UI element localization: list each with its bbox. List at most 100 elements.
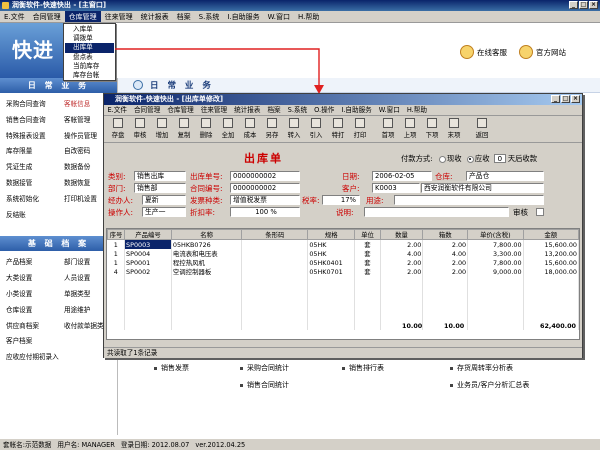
child-menu-item[interactable]: 档案 bbox=[264, 105, 284, 115]
toolbar-button[interactable]: 打印 bbox=[349, 116, 371, 142]
online-service-link[interactable]: 在线客服 bbox=[460, 45, 507, 59]
toolbar-button[interactable]: 审核 bbox=[129, 116, 151, 142]
table-cell[interactable]: 05HK bbox=[307, 239, 356, 249]
menu-archive[interactable]: 档案 bbox=[173, 11, 195, 22]
maximize-button[interactable]: □ bbox=[579, 1, 588, 9]
report-salesman-summary[interactable]: 业务员/客户分析汇总表 bbox=[450, 380, 529, 390]
toolbar-button[interactable]: 上项 bbox=[399, 116, 421, 142]
table-cell[interactable]: 程控热风机 bbox=[171, 258, 243, 267]
menu-reports[interactable]: 统计报表 bbox=[137, 11, 173, 22]
menu-item-transfer[interactable]: 调拨单 bbox=[65, 34, 114, 43]
contract-field[interactable]: 0000000002 bbox=[230, 183, 300, 193]
table-cell[interactable]: 4.00 bbox=[380, 249, 424, 258]
menu-window[interactable]: W.窗口 bbox=[264, 11, 294, 22]
toolbar-button[interactable]: 删除 bbox=[195, 116, 217, 142]
column-header[interactable]: 单位 bbox=[354, 229, 381, 240]
child-menu-item[interactable]: S.系统 bbox=[284, 105, 310, 115]
menu-accounts[interactable]: 往来管理 bbox=[101, 11, 137, 22]
archive-item[interactable]: 大类设置 bbox=[6, 271, 64, 287]
menu-help[interactable]: H.帮助 bbox=[294, 11, 323, 22]
report-turnover[interactable]: 存货周转率分析表 bbox=[450, 363, 513, 373]
minimize-button[interactable]: _ bbox=[569, 1, 578, 9]
table-cell[interactable]: 空调控制器板 bbox=[171, 267, 243, 276]
category-field[interactable]: 销售出库 bbox=[134, 171, 186, 181]
menu-selfservice[interactable]: I.自助服务 bbox=[223, 11, 263, 22]
toolbar-button[interactable]: 另存 bbox=[261, 116, 283, 142]
report-purchase-contract[interactable]: 采购合同统计 bbox=[240, 363, 289, 373]
archive-item[interactable]: 产品档案 bbox=[6, 255, 64, 271]
table-cell[interactable]: 05HK bbox=[307, 249, 356, 258]
table-row[interactable]: 1 SP0004 电流表和电压表 05HK 套 4.00 4.00 3,300.00 13,20… bbox=[107, 249, 580, 258]
menu-contract[interactable]: 合同管理 bbox=[29, 11, 65, 22]
menu-warehouse[interactable]: 仓库管理 bbox=[64, 11, 101, 22]
toolbar-button[interactable]: 首项 bbox=[377, 116, 399, 142]
official-site-link[interactable]: 官方网站 bbox=[519, 45, 566, 59]
radio-cash[interactable] bbox=[438, 155, 446, 163]
table-row[interactable]: 4 SP0002 空调控制器板 05HK0701 套 2.00 2.00 9,000.00 18… bbox=[107, 267, 580, 276]
table-row[interactable]: 1 SP0003 05HKB0726 05HK 套 2.00 2.00 7,800.00 15,… bbox=[107, 239, 580, 249]
table-row[interactable]: 1 SP0001 程控热风机 05HK0401 套 2.00 2.00 7,800.00 15,… bbox=[107, 258, 580, 267]
toolbar-button[interactable]: 成本 bbox=[239, 116, 261, 142]
radio-credit[interactable] bbox=[466, 155, 474, 163]
daily-item[interactable]: 销售合同查询 bbox=[6, 113, 64, 129]
child-menu-item[interactable]: 仓库管理 bbox=[164, 105, 197, 115]
date-field[interactable]: 2006-02-05 bbox=[372, 171, 432, 181]
table-cell[interactable]: 套 bbox=[354, 258, 381, 267]
handler-field[interactable]: 夏新 bbox=[142, 195, 186, 205]
daily-item[interactable]: 系统初始化 bbox=[6, 192, 64, 208]
table-cell[interactable] bbox=[241, 258, 309, 267]
toolbar-button[interactable]: 特打 bbox=[327, 116, 349, 142]
child-menu-item[interactable]: I.自助服务 bbox=[338, 105, 375, 115]
menu-system[interactable]: S.系统 bbox=[195, 11, 224, 22]
dept-field[interactable]: 销售部 bbox=[134, 183, 186, 193]
child-maximize-button[interactable]: □ bbox=[561, 95, 570, 103]
table-cell[interactable]: SP0001 bbox=[124, 258, 172, 267]
child-menu-item[interactable]: 往来管理 bbox=[197, 105, 230, 115]
table-cell[interactable]: 05HKB0726 bbox=[171, 239, 243, 249]
toolbar-button[interactable]: 引入 bbox=[305, 116, 327, 142]
toolbar-button[interactable]: 返回 bbox=[471, 116, 493, 142]
table-cell[interactable]: 15,600.00 bbox=[523, 258, 580, 267]
audit-checkbox[interactable] bbox=[536, 208, 544, 216]
menu-item-stocktake[interactable]: 盘点表 bbox=[65, 53, 114, 62]
table-cell[interactable] bbox=[241, 267, 309, 276]
daily-item[interactable]: 数据接管 bbox=[6, 176, 64, 192]
column-header[interactable]: 产品编号 bbox=[124, 229, 172, 240]
archive-item[interactable]: 小类设置 bbox=[6, 287, 64, 303]
archive-item[interactable]: 客户档案 bbox=[6, 334, 64, 350]
table-cell[interactable]: 2.00 bbox=[380, 239, 424, 249]
table-cell[interactable]: 2.00 bbox=[422, 258, 469, 267]
child-minimize-button[interactable]: _ bbox=[551, 95, 560, 103]
purpose-field[interactable] bbox=[394, 195, 544, 205]
table-cell[interactable]: 1 bbox=[107, 239, 126, 249]
child-menu-item[interactable]: 统计报表 bbox=[231, 105, 264, 115]
table-cell[interactable]: 套 bbox=[354, 267, 381, 276]
table-cell[interactable]: SP0004 bbox=[124, 249, 172, 258]
table-cell[interactable]: 2.00 bbox=[422, 239, 469, 249]
table-cell[interactable]: 2.00 bbox=[380, 267, 424, 276]
menu-file[interactable]: E.文件 bbox=[0, 11, 29, 22]
table-cell[interactable] bbox=[241, 239, 309, 249]
child-menu-item[interactable]: O.操作 bbox=[311, 105, 338, 115]
table-cell[interactable]: 1 bbox=[107, 249, 126, 258]
table-cell[interactable]: 3,300.00 bbox=[467, 249, 524, 258]
table-cell[interactable]: 1 bbox=[107, 258, 126, 267]
table-cell[interactable] bbox=[241, 249, 309, 258]
table-cell[interactable]: 2.00 bbox=[422, 267, 469, 276]
child-menu-item[interactable]: W.窗口 bbox=[375, 105, 403, 115]
doc-no-field[interactable]: 0000000002 bbox=[230, 171, 300, 181]
daily-item[interactable]: 特殊报表设置 bbox=[6, 129, 64, 145]
column-header[interactable]: 条形码 bbox=[241, 229, 309, 240]
table-cell[interactable]: 4 bbox=[107, 267, 126, 276]
child-close-button[interactable]: × bbox=[571, 95, 580, 103]
table-cell[interactable]: SP0002 bbox=[124, 267, 172, 276]
column-header[interactable]: 箱数 bbox=[422, 229, 469, 240]
table-cell[interactable]: 4.00 bbox=[422, 249, 469, 258]
column-header[interactable]: 数量 bbox=[379, 229, 424, 240]
child-menu-item[interactable]: E.文件 bbox=[104, 105, 130, 115]
table-cell[interactable]: 05HK0701 bbox=[307, 267, 356, 276]
close-button[interactable]: × bbox=[589, 1, 598, 9]
tax-field[interactable]: 17% bbox=[322, 195, 360, 205]
menu-item-stock-ledger[interactable]: 库存台帐 bbox=[65, 71, 114, 80]
column-header[interactable]: 名称 bbox=[170, 229, 243, 240]
